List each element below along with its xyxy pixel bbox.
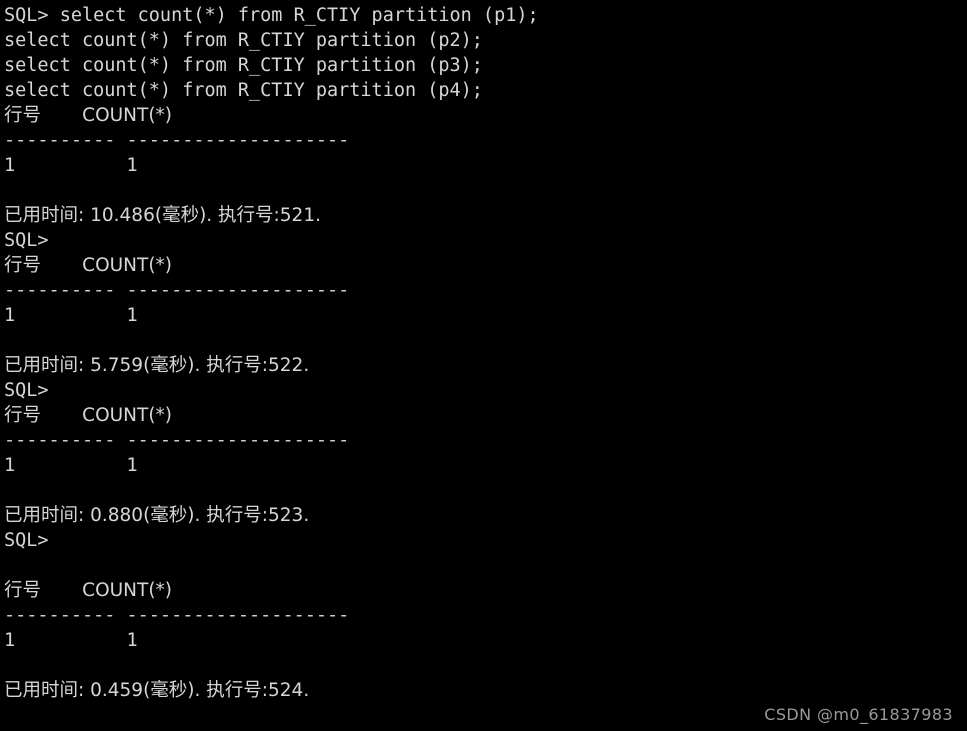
terminal-line-status: 已用时间: 0.459(毫秒). 执行号:524. — [4, 680, 310, 701]
terminal-line-header: 行号 COUNT(*) — [4, 405, 173, 426]
terminal-line-prompt: SQL> — [4, 230, 49, 251]
terminal-line-header: 行号 COUNT(*) — [4, 255, 173, 276]
terminal-line-command: select count(*) from R_CTIY partition (p… — [4, 55, 483, 76]
terminal-line-command: SQL> select count(*) from R_CTIY partiti… — [4, 5, 539, 26]
terminal-line-row: 1 1 — [4, 305, 138, 326]
terminal-line-row: 1 1 — [4, 455, 138, 476]
terminal-line-command: select count(*) from R_CTIY partition (p… — [4, 30, 483, 51]
terminal-line-command: select count(*) from R_CTIY partition (p… — [4, 80, 483, 101]
terminal-line-prompt: SQL> — [4, 530, 49, 551]
terminal-window[interactable]: SQL> select count(*) from R_CTIY partiti… — [0, 0, 967, 731]
terminal-line-header: 行号 COUNT(*) — [4, 105, 173, 126]
terminal-line-status: 已用时间: 10.486(毫秒). 执行号:521. — [4, 205, 321, 226]
terminal-line-separator: ---------- -------------------- — [4, 130, 350, 151]
terminal-line-status: 已用时间: 5.759(毫秒). 执行号:522. — [4, 355, 310, 376]
csdn-watermark: CSDN @m0_61837983 — [764, 705, 953, 724]
terminal-line-header: 行号 COUNT(*) — [4, 580, 173, 601]
terminal-line-row: 1 1 — [4, 630, 138, 651]
terminal-line-separator: ---------- -------------------- — [4, 280, 350, 301]
terminal-line-status: 已用时间: 0.880(毫秒). 执行号:523. — [4, 505, 310, 526]
terminal-output: SQL> select count(*) from R_CTIY partiti… — [4, 3, 967, 703]
terminal-line-prompt: SQL> — [4, 380, 49, 401]
terminal-line-row: 1 1 — [4, 155, 138, 176]
terminal-line-separator: ---------- -------------------- — [4, 605, 350, 626]
terminal-line-separator: ---------- -------------------- — [4, 430, 350, 451]
